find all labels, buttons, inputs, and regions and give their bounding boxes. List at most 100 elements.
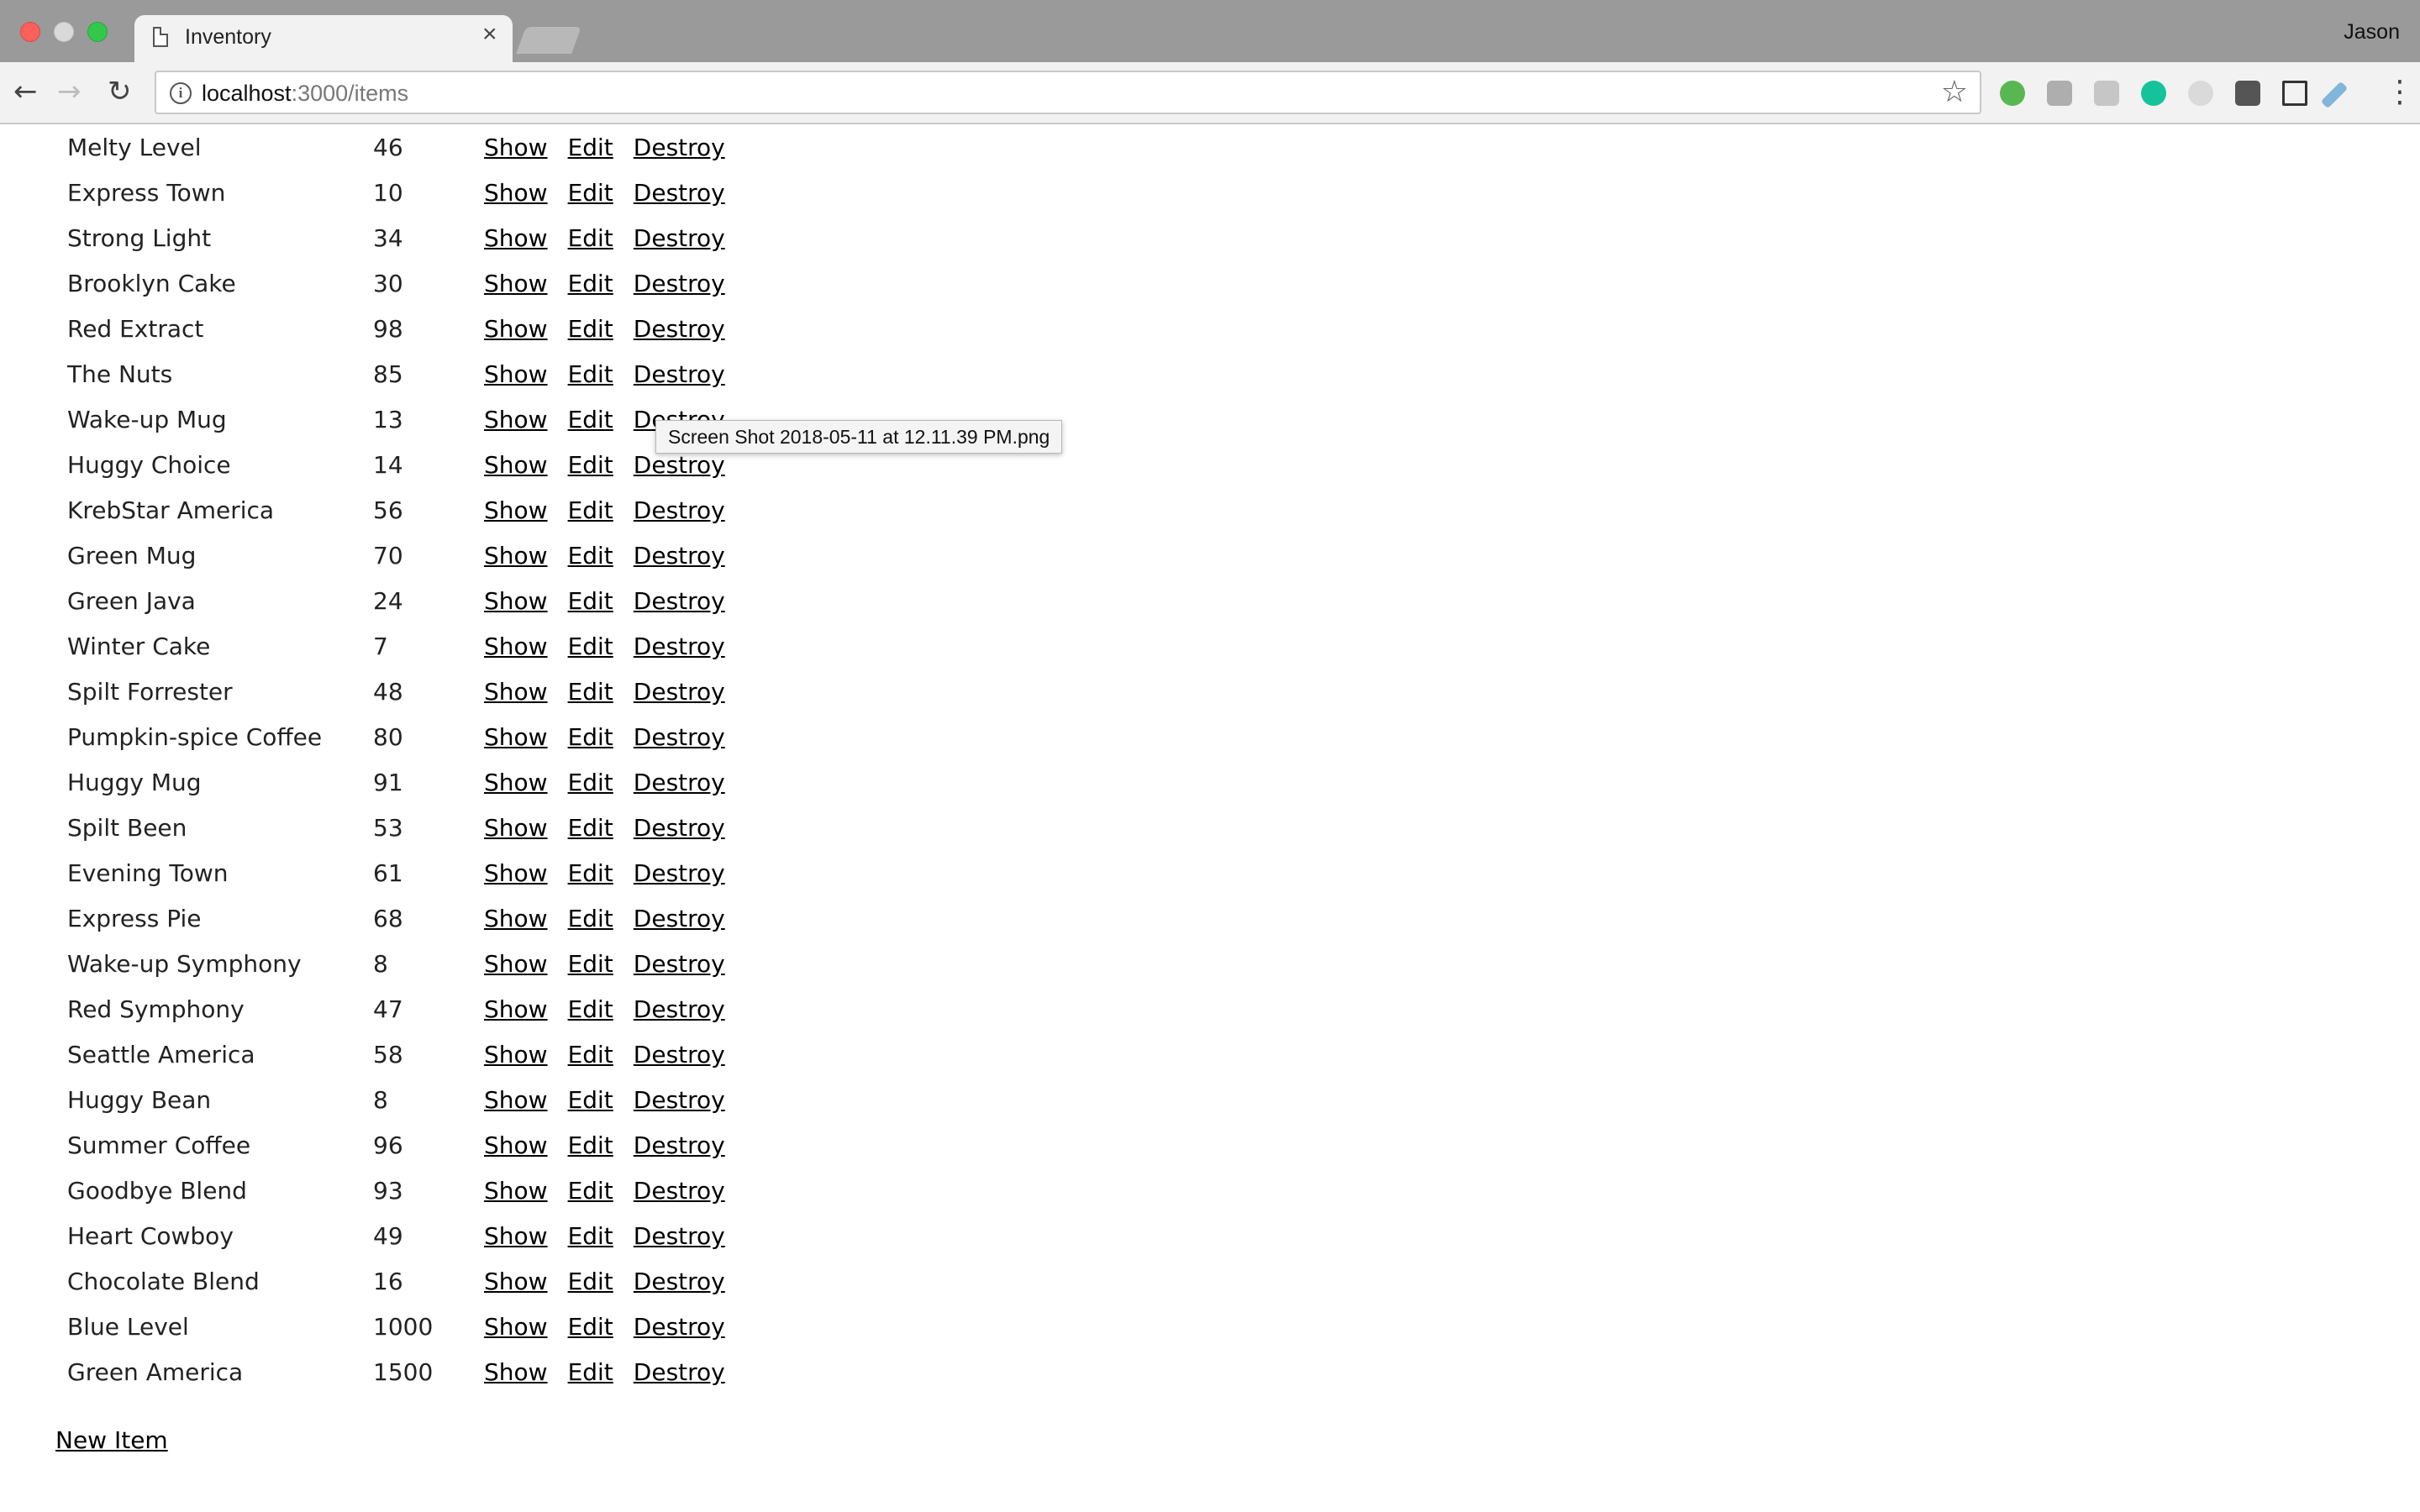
- show-link[interactable]: Show: [484, 814, 548, 842]
- destroy-link[interactable]: Destroy: [634, 1086, 725, 1114]
- destroy-link[interactable]: Destroy: [634, 769, 725, 796]
- show-link[interactable]: Show: [484, 1268, 548, 1295]
- destroy-link[interactable]: Destroy: [634, 179, 725, 207]
- address-bar[interactable]: i localhost:3000/items ☆: [155, 71, 1981, 114]
- extension-screenshot-icon[interactable]: [2282, 81, 2307, 106]
- window-minimize-button[interactable]: [54, 22, 74, 42]
- show-link[interactable]: Show: [484, 1222, 548, 1250]
- edit-link[interactable]: Edit: [568, 360, 613, 388]
- edit-link[interactable]: Edit: [568, 1131, 613, 1159]
- edit-link[interactable]: Edit: [568, 179, 613, 207]
- edit-link[interactable]: Edit: [568, 451, 613, 479]
- destroy-link[interactable]: Destroy: [634, 315, 725, 343]
- show-link[interactable]: Show: [484, 1131, 548, 1159]
- show-link[interactable]: Show: [484, 406, 548, 433]
- destroy-link[interactable]: Destroy: [634, 1177, 725, 1205]
- edit-link[interactable]: Edit: [568, 406, 613, 433]
- new-item-link[interactable]: New Item: [55, 1426, 168, 1454]
- edit-link[interactable]: Edit: [568, 814, 613, 842]
- profile-name[interactable]: Jason: [2344, 20, 2400, 45]
- url-text[interactable]: localhost:3000/items: [202, 81, 408, 107]
- edit-link[interactable]: Edit: [568, 859, 613, 887]
- show-link[interactable]: Show: [484, 315, 548, 343]
- edit-link[interactable]: Edit: [568, 542, 613, 570]
- show-link[interactable]: Show: [484, 905, 548, 932]
- show-link[interactable]: Show: [484, 633, 548, 660]
- extension-icon[interactable]: [2235, 81, 2260, 106]
- edit-link[interactable]: Edit: [568, 224, 613, 252]
- back-arrow-icon[interactable]: ←: [13, 77, 38, 106]
- show-link[interactable]: Show: [484, 224, 548, 252]
- show-link[interactable]: Show: [484, 496, 548, 524]
- show-link[interactable]: Show: [484, 270, 548, 297]
- window-maximize-button[interactable]: [87, 22, 108, 42]
- show-link[interactable]: Show: [484, 179, 548, 207]
- show-link[interactable]: Show: [484, 1086, 548, 1114]
- destroy-link[interactable]: Destroy: [634, 814, 725, 842]
- destroy-link[interactable]: Destroy: [634, 451, 725, 479]
- destroy-link[interactable]: Destroy: [634, 1268, 725, 1295]
- show-link[interactable]: Show: [484, 134, 548, 161]
- edit-link[interactable]: Edit: [568, 769, 613, 796]
- edit-link[interactable]: Edit: [568, 723, 613, 751]
- destroy-link[interactable]: Destroy: [634, 678, 725, 706]
- destroy-link[interactable]: Destroy: [634, 1222, 725, 1250]
- window-close-button[interactable]: [20, 22, 40, 42]
- tab-close-icon[interactable]: ×: [482, 22, 497, 47]
- edit-link[interactable]: Edit: [568, 678, 613, 706]
- destroy-link[interactable]: Destroy: [634, 723, 725, 751]
- extension-icon[interactable]: [2047, 81, 2072, 106]
- destroy-link[interactable]: Destroy: [634, 1041, 725, 1068]
- destroy-link[interactable]: Destroy: [634, 587, 725, 615]
- destroy-link[interactable]: Destroy: [634, 270, 725, 297]
- reload-icon[interactable]: ↻: [108, 77, 132, 106]
- show-link[interactable]: Show: [484, 451, 548, 479]
- show-link[interactable]: Show: [484, 360, 548, 388]
- edit-link[interactable]: Edit: [568, 1086, 613, 1114]
- extension-evernote-icon[interactable]: [2000, 81, 2025, 106]
- edit-link[interactable]: Edit: [568, 270, 613, 297]
- edit-link[interactable]: Edit: [568, 496, 613, 524]
- destroy-link[interactable]: Destroy: [634, 633, 725, 660]
- destroy-link[interactable]: Destroy: [634, 1313, 725, 1341]
- edit-link[interactable]: Edit: [568, 1358, 613, 1386]
- bookmark-star-icon[interactable]: ☆: [1941, 76, 1968, 109]
- extension-icon[interactable]: [2188, 81, 2213, 106]
- show-link[interactable]: Show: [484, 995, 548, 1023]
- show-link[interactable]: Show: [484, 1313, 548, 1341]
- show-link[interactable]: Show: [484, 1041, 548, 1068]
- edit-link[interactable]: Edit: [568, 1041, 613, 1068]
- browser-menu-icon[interactable]: ⋮: [2385, 77, 2415, 108]
- edit-link[interactable]: Edit: [568, 950, 613, 978]
- edit-link[interactable]: Edit: [568, 587, 613, 615]
- show-link[interactable]: Show: [484, 769, 548, 796]
- extension-icon[interactable]: [2094, 81, 2119, 106]
- destroy-link[interactable]: Destroy: [634, 1131, 725, 1159]
- destroy-link[interactable]: Destroy: [634, 496, 725, 524]
- forward-arrow-icon[interactable]: →: [57, 77, 82, 106]
- destroy-link[interactable]: Destroy: [634, 542, 725, 570]
- destroy-link[interactable]: Destroy: [634, 859, 725, 887]
- show-link[interactable]: Show: [484, 542, 548, 570]
- show-link[interactable]: Show: [484, 859, 548, 887]
- extension-grammarly-icon[interactable]: [2141, 81, 2166, 106]
- edit-link[interactable]: Edit: [568, 134, 613, 161]
- destroy-link[interactable]: Destroy: [634, 950, 725, 978]
- new-tab-button[interactable]: [516, 27, 581, 54]
- destroy-link[interactable]: Destroy: [634, 360, 725, 388]
- show-link[interactable]: Show: [484, 723, 548, 751]
- destroy-link[interactable]: Destroy: [634, 224, 725, 252]
- show-link[interactable]: Show: [484, 1358, 548, 1386]
- edit-link[interactable]: Edit: [568, 633, 613, 660]
- edit-link[interactable]: Edit: [568, 315, 613, 343]
- show-link[interactable]: Show: [484, 1177, 548, 1205]
- destroy-link[interactable]: Destroy: [634, 905, 725, 932]
- show-link[interactable]: Show: [484, 950, 548, 978]
- show-link[interactable]: Show: [484, 587, 548, 615]
- destroy-link[interactable]: Destroy: [634, 134, 725, 161]
- edit-link[interactable]: Edit: [568, 1268, 613, 1295]
- edit-link[interactable]: Edit: [568, 1222, 613, 1250]
- edit-link[interactable]: Edit: [568, 1177, 613, 1205]
- edit-link[interactable]: Edit: [568, 905, 613, 932]
- info-icon[interactable]: i: [170, 82, 192, 104]
